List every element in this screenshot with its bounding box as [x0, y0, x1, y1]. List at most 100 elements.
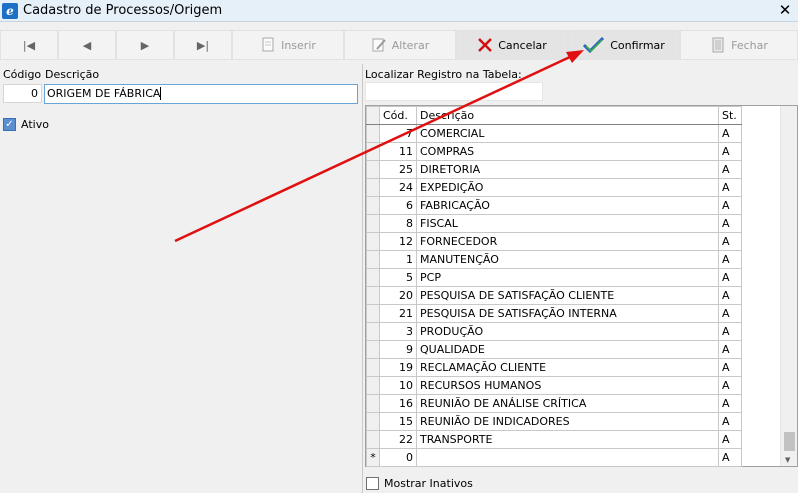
row-indicator[interactable] [366, 196, 380, 215]
cell-descricao[interactable]: DIRETORIA [416, 160, 719, 179]
cell-st[interactable]: A [718, 160, 742, 179]
cell-cod[interactable]: 19 [379, 358, 417, 377]
search-input[interactable] [365, 82, 543, 101]
cell-cod[interactable]: 8 [379, 214, 417, 233]
cell-cod[interactable]: 22 [379, 430, 417, 449]
cell-descricao[interactable]: PESQUISA DE SATISFAÇÃO INTERNA [416, 304, 719, 323]
cell-st[interactable]: A [718, 340, 742, 359]
cell-descricao[interactable]: RECLAMAÇÃO CLIENTE [416, 358, 719, 377]
row-indicator[interactable] [366, 394, 380, 413]
row-indicator[interactable] [366, 250, 380, 269]
table-row[interactable]: 21 PESQUISA DE SATISFAÇÃO INTERNA A [366, 304, 742, 323]
cell-descricao[interactable]: FORNECEDOR [416, 232, 719, 251]
cell-cod[interactable]: 1 [379, 250, 417, 269]
cell-st[interactable]: A [718, 430, 742, 449]
cell-cod[interactable]: 12 [379, 232, 417, 251]
row-indicator[interactable] [366, 142, 380, 161]
row-indicator[interactable] [366, 214, 380, 233]
cell-st[interactable]: A [718, 322, 742, 341]
row-indicator[interactable] [366, 124, 380, 143]
previous-record-button[interactable]: ◀ [58, 30, 116, 60]
cell-st[interactable]: A [718, 178, 742, 197]
cell-descricao[interactable]: TRANSPORTE [416, 430, 719, 449]
inserir-button[interactable]: Inserir [232, 30, 344, 60]
col-header-st[interactable]: St. [718, 106, 742, 125]
scrollbar-thumb[interactable] [784, 432, 795, 451]
cell-st[interactable]: A [718, 232, 742, 251]
new-record-row[interactable]: * 0 A [366, 448, 742, 467]
table-row[interactable]: 5 PCP A [366, 268, 742, 287]
cell-descricao[interactable]: REUNIÃO DE INDICADORES [416, 412, 719, 431]
table-row[interactable]: 20 PESQUISA DE SATISFAÇÃO CLIENTE A [366, 286, 742, 305]
vertical-scrollbar[interactable]: ▼ [780, 106, 797, 466]
row-indicator[interactable] [366, 268, 380, 287]
descricao-field[interactable]: ORIGEM DE FÁBRICA [44, 84, 358, 104]
col-header-cod[interactable]: Cód. [379, 106, 417, 125]
cell-descricao[interactable]: FABRICAÇÃO [416, 196, 719, 215]
cell-descricao[interactable]: PCP [416, 268, 719, 287]
cell-cod[interactable]: 7 [379, 124, 417, 143]
cell-st[interactable]: A [718, 358, 742, 377]
cell-st[interactable]: A [718, 268, 742, 287]
row-indicator[interactable] [366, 412, 380, 431]
table-row[interactable]: 7 COMERCIAL A [366, 124, 742, 143]
cell-st[interactable]: A [718, 250, 742, 269]
alterar-button[interactable]: Alterar [344, 30, 456, 60]
cell-st[interactable]: A [718, 214, 742, 233]
cell-st[interactable]: A [718, 196, 742, 215]
table-row[interactable]: 25 DIRETORIA A [366, 160, 742, 179]
cell-descricao[interactable]: RECURSOS HUMANOS [416, 376, 719, 395]
ativo-checkbox[interactable]: ✓ [3, 118, 16, 131]
cell-cod[interactable]: 6 [379, 196, 417, 215]
cell-cod[interactable]: 21 [379, 304, 417, 323]
cell-st[interactable]: A [718, 142, 742, 161]
table-row[interactable]: 8 FISCAL A [366, 214, 742, 233]
cell-descricao[interactable]: EXPEDIÇÃO [416, 178, 719, 197]
col-header-descricao[interactable]: Descrição [416, 106, 719, 125]
table-row[interactable]: 22 TRANSPORTE A [366, 430, 742, 449]
fechar-button[interactable]: Fechar [680, 30, 798, 60]
cell-cod[interactable]: 10 [379, 376, 417, 395]
cell-descricao[interactable]: COMPRAS [416, 142, 719, 161]
row-indicator[interactable] [366, 322, 380, 341]
next-record-button[interactable]: ▶ [116, 30, 174, 60]
cell-descricao[interactable]: MANUTENÇÃO [416, 250, 719, 269]
cell-cod[interactable]: 9 [379, 340, 417, 359]
table-row[interactable]: 24 EXPEDIÇÃO A [366, 178, 742, 197]
row-indicator[interactable] [366, 430, 380, 449]
cell-st[interactable]: A [718, 448, 742, 467]
cell-cod[interactable]: 20 [379, 286, 417, 305]
row-indicator[interactable] [366, 178, 380, 197]
scroll-down-icon[interactable]: ▼ [785, 456, 790, 464]
table-row[interactable]: 3 PRODUÇÃO A [366, 322, 742, 341]
cell-st[interactable]: A [718, 304, 742, 323]
row-indicator[interactable] [366, 232, 380, 251]
cell-st[interactable]: A [718, 376, 742, 395]
cell-st[interactable]: A [718, 412, 742, 431]
last-record-button[interactable]: ▶| [174, 30, 232, 60]
cell-st[interactable]: A [718, 394, 742, 413]
cell-cod[interactable]: 24 [379, 178, 417, 197]
cell-cod[interactable]: 25 [379, 160, 417, 179]
cell-descricao[interactable] [416, 448, 719, 467]
cell-cod[interactable]: 0 [379, 448, 417, 467]
row-indicator[interactable] [366, 358, 380, 377]
table-row[interactable]: 12 FORNECEDOR A [366, 232, 742, 251]
cancelar-button[interactable]: Cancelar [456, 30, 568, 60]
cell-cod[interactable]: 5 [379, 268, 417, 287]
table-row[interactable]: 15 REUNIÃO DE INDICADORES A [366, 412, 742, 431]
table-row[interactable]: 9 QUALIDADE A [366, 340, 742, 359]
mostrar-inativos-checkbox[interactable] [366, 477, 379, 490]
table-row[interactable]: 1 MANUTENÇÃO A [366, 250, 742, 269]
table-row[interactable]: 19 RECLAMAÇÃO CLIENTE A [366, 358, 742, 377]
cell-descricao[interactable]: PRODUÇÃO [416, 322, 719, 341]
row-indicator[interactable] [366, 286, 380, 305]
table-row[interactable]: 16 REUNIÃO DE ANÁLISE CRÍTICA A [366, 394, 742, 413]
cell-descricao[interactable]: FISCAL [416, 214, 719, 233]
cell-descricao[interactable]: PESQUISA DE SATISFAÇÃO CLIENTE [416, 286, 719, 305]
cell-cod[interactable]: 15 [379, 412, 417, 431]
codigo-field[interactable]: 0 [3, 84, 42, 103]
cell-cod[interactable]: 3 [379, 322, 417, 341]
row-indicator[interactable] [366, 340, 380, 359]
cell-cod[interactable]: 11 [379, 142, 417, 161]
